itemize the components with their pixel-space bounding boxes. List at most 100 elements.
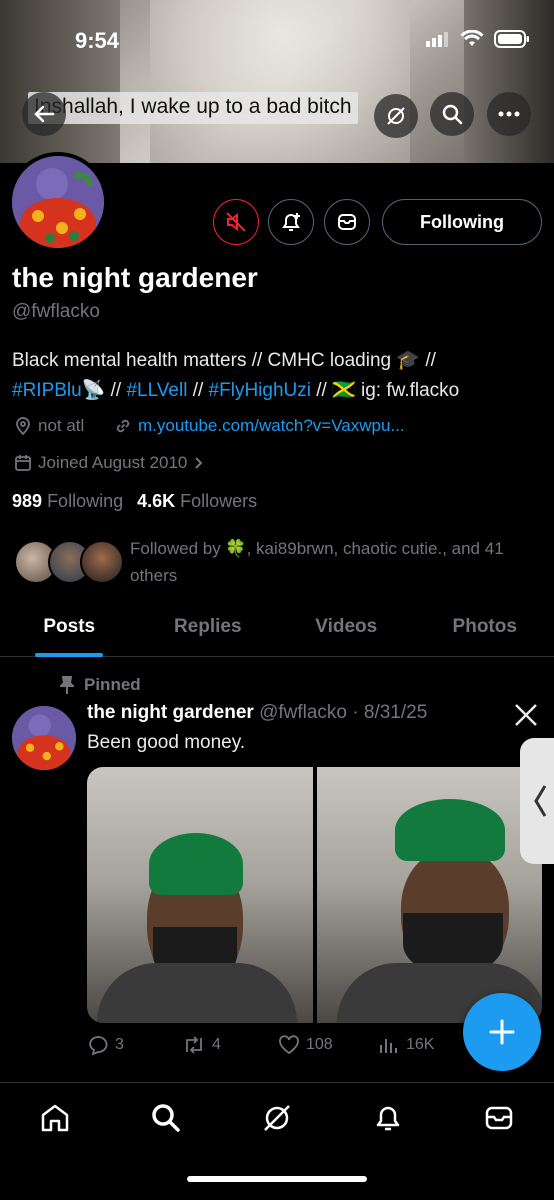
more-options-button[interactable] bbox=[487, 92, 531, 136]
post-media[interactable] bbox=[87, 767, 542, 1023]
joined-text: Joined August 2010 bbox=[38, 453, 188, 472]
profile-location: not atl bbox=[14, 416, 84, 436]
hashtag-ripblu[interactable]: #RIPBlu bbox=[12, 380, 82, 401]
bio-line-1: Black mental health matters // CMHC load… bbox=[12, 350, 436, 371]
home-indicator bbox=[187, 1176, 367, 1182]
muted-speaker-icon bbox=[226, 212, 246, 232]
side-panel-handle[interactable] bbox=[520, 738, 554, 864]
post-author-avatar[interactable] bbox=[12, 706, 76, 770]
repost-icon bbox=[186, 1036, 202, 1054]
followers-label: Followers bbox=[180, 491, 258, 511]
repost-button[interactable]: 4 bbox=[182, 1034, 278, 1056]
envelope-icon bbox=[485, 1106, 512, 1130]
bio-separator: // bbox=[187, 380, 209, 401]
location-pin-icon bbox=[16, 417, 30, 435]
nav-grok[interactable] bbox=[260, 1101, 294, 1140]
bell-plus-icon bbox=[282, 213, 300, 231]
search-icon bbox=[442, 104, 463, 125]
reply-icon bbox=[89, 1036, 108, 1056]
like-button[interactable]: 108 bbox=[278, 1034, 378, 1056]
hashtag-flyhighuzi[interactable]: #FlyHighUzi bbox=[209, 380, 311, 401]
tab-posts[interactable]: Posts bbox=[0, 605, 139, 656]
grok-icon bbox=[387, 107, 405, 125]
close-icon bbox=[515, 704, 537, 726]
like-count: 108 bbox=[306, 1036, 333, 1053]
bio-line-2: #RIPBlu📡 // #LLVell // #FlyHighUzi // 🇯🇲… bbox=[12, 376, 542, 406]
profile-website[interactable]: m.youtube.com/watch?v=Vaxwpu... bbox=[114, 416, 405, 436]
calendar-icon bbox=[15, 455, 31, 471]
website-link[interactable]: m.youtube.com/watch?v=Vaxwpu... bbox=[138, 416, 405, 436]
bio-separator: 📡 // bbox=[81, 380, 127, 401]
follower-avatar bbox=[80, 540, 124, 584]
tab-videos[interactable]: Videos bbox=[277, 605, 416, 656]
reply-count: 3 bbox=[115, 1036, 124, 1053]
follow-counts: 989 Following 4.6K Followers bbox=[12, 491, 257, 512]
clock: 9:54 bbox=[75, 28, 120, 53]
hashtag-llvell[interactable]: #LLVell bbox=[126, 380, 187, 401]
grok-button[interactable] bbox=[374, 94, 418, 138]
profile-tabs: Posts Replies Videos Photos bbox=[0, 605, 554, 657]
shirt bbox=[97, 963, 297, 1023]
post-photo-1[interactable] bbox=[87, 767, 313, 1023]
home-icon bbox=[42, 1104, 69, 1132]
back-button[interactable] bbox=[22, 92, 66, 136]
bell-icon bbox=[376, 1106, 400, 1131]
chevron-left-icon bbox=[534, 785, 547, 817]
bottom-navigation bbox=[0, 1082, 554, 1200]
compose-post-button[interactable] bbox=[463, 993, 541, 1071]
back-arrow-icon bbox=[34, 105, 55, 123]
green-hat bbox=[149, 833, 243, 895]
profile-bio: Black mental health matters // CMHC load… bbox=[12, 346, 542, 406]
followed-by-avatars[interactable] bbox=[14, 540, 124, 586]
nav-messages[interactable] bbox=[482, 1101, 516, 1140]
wifi-icon bbox=[460, 30, 484, 46]
nav-notifications[interactable] bbox=[371, 1101, 405, 1140]
plus-icon bbox=[489, 1019, 515, 1045]
post-header[interactable]: the night gardener @fwflacko · 8/31/25 bbox=[87, 702, 427, 724]
pinned-label: Pinned bbox=[84, 675, 141, 694]
search-button[interactable] bbox=[430, 92, 474, 136]
followers-count-link[interactable]: 4.6K Followers bbox=[137, 491, 257, 512]
pin-icon bbox=[60, 676, 74, 694]
followed-by-text[interactable]: Followed by 🍀, kai89brwn, chaotic cutie.… bbox=[130, 535, 540, 589]
video-caption: Inshallah, I wake up to a bad bitch bbox=[28, 92, 358, 124]
post-photo-2[interactable] bbox=[316, 767, 542, 1023]
avatar-art bbox=[12, 156, 104, 248]
pinned-indicator: Pinned bbox=[60, 675, 141, 695]
post-author-name: the night gardener bbox=[87, 702, 254, 723]
reply-button[interactable]: 3 bbox=[87, 1034, 182, 1056]
notifications-button[interactable] bbox=[268, 199, 314, 245]
tab-replies[interactable]: Replies bbox=[139, 605, 278, 656]
envelope-icon bbox=[338, 214, 356, 230]
following-label: Following bbox=[47, 491, 124, 511]
views-bar-icon bbox=[380, 1039, 397, 1053]
post-text: Been good money. bbox=[87, 732, 246, 753]
following-count-link[interactable]: 989 Following bbox=[12, 491, 123, 512]
dismiss-button[interactable] bbox=[513, 702, 539, 733]
followers-count: 4.6K bbox=[137, 491, 176, 511]
views-button[interactable]: 16K bbox=[378, 1034, 434, 1056]
profile-joined[interactable]: Joined August 2010 bbox=[14, 453, 205, 473]
signal-icon bbox=[426, 32, 448, 47]
unmute-button[interactable] bbox=[213, 199, 259, 245]
status-bar: 9:54 bbox=[0, 0, 554, 80]
grok-icon bbox=[264, 1105, 290, 1131]
location-text: not atl bbox=[38, 416, 85, 435]
profile-name: the night gardener bbox=[12, 262, 258, 293]
nav-home[interactable] bbox=[38, 1101, 72, 1140]
chevron-right-icon bbox=[195, 457, 203, 469]
tab-photos[interactable]: Photos bbox=[416, 605, 554, 656]
message-button[interactable] bbox=[324, 199, 370, 245]
status-icons bbox=[426, 30, 530, 48]
profile-avatar[interactable] bbox=[8, 152, 108, 252]
green-hat bbox=[394, 799, 505, 861]
post-handle-date: @fwflacko · 8/31/25 bbox=[259, 702, 428, 723]
following-button[interactable]: Following bbox=[382, 199, 542, 245]
search-icon bbox=[152, 1104, 180, 1132]
nav-search[interactable] bbox=[149, 1101, 183, 1140]
avatar-art bbox=[12, 706, 76, 770]
link-icon bbox=[116, 419, 130, 433]
following-count: 989 bbox=[12, 491, 43, 511]
more-dots-icon bbox=[498, 111, 520, 117]
view-count: 16K bbox=[406, 1036, 435, 1053]
